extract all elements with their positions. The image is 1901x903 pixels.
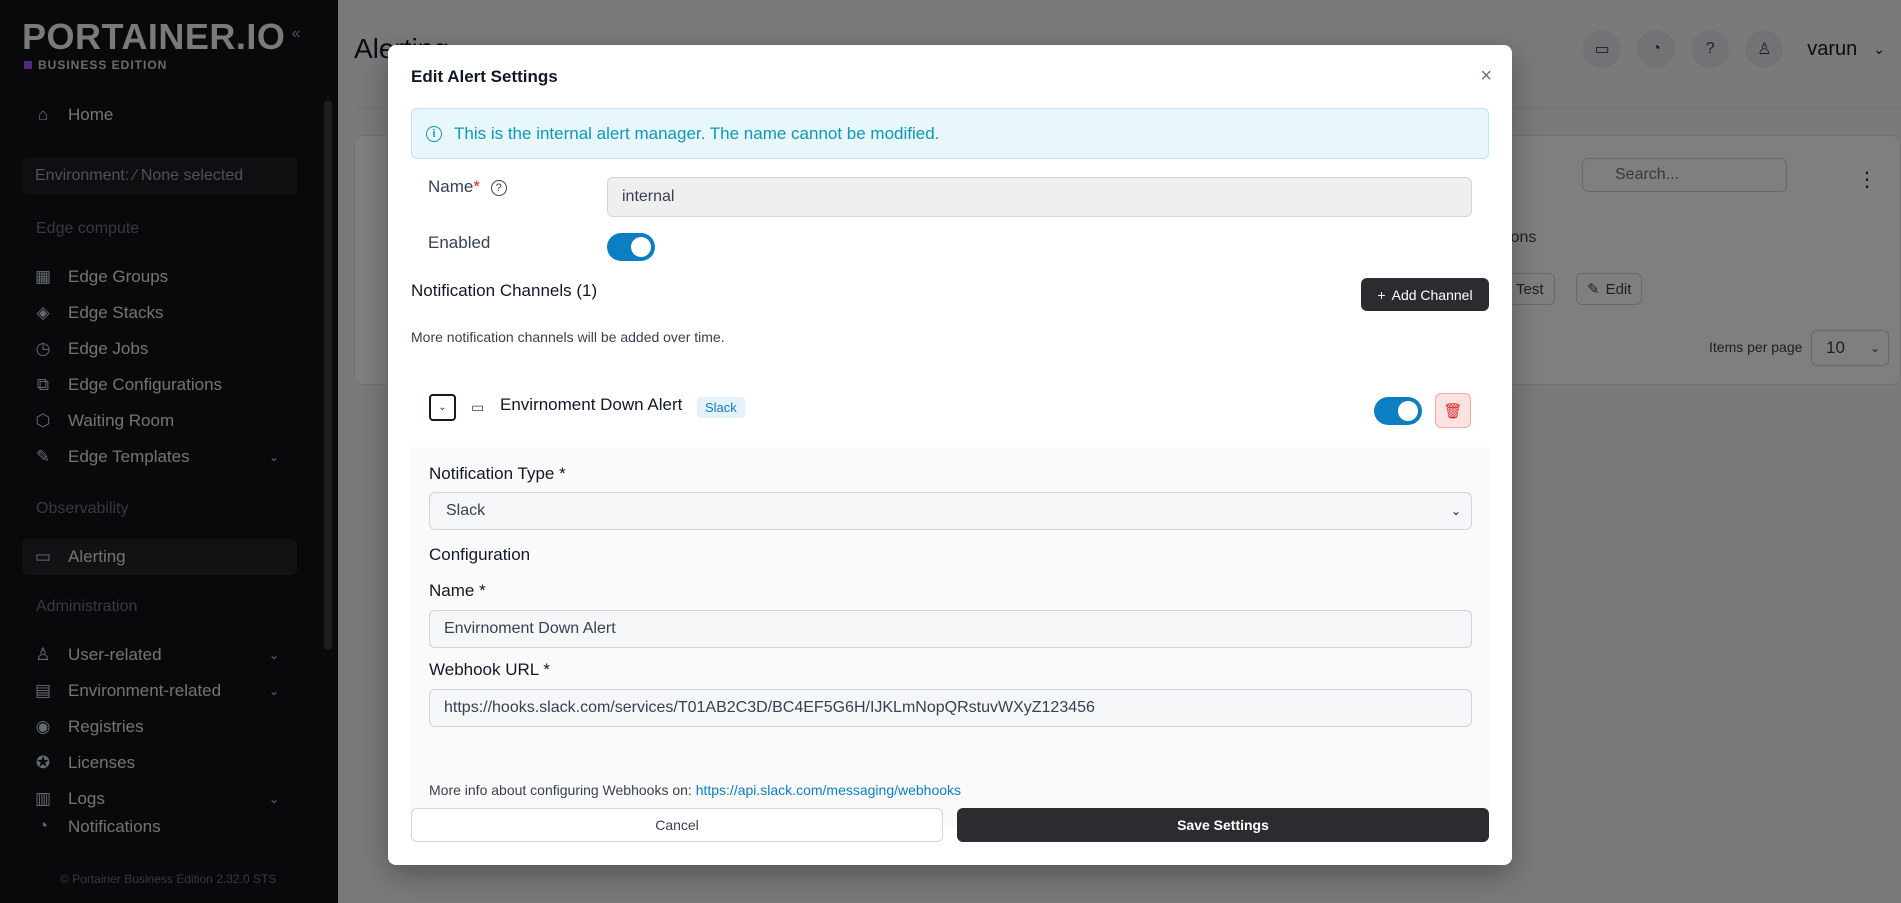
delete-channel-button[interactable]: 🗑 [1435, 393, 1471, 428]
enabled-toggle[interactable] [607, 233, 655, 261]
required-marker: * [473, 177, 480, 196]
webhook-url-label: Webhook URL * [429, 660, 550, 679]
cancel-button[interactable]: Cancel [411, 808, 943, 842]
notification-type-label: Notification Type * [429, 464, 566, 483]
config-name-field[interactable]: Envirnoment Down Alert [429, 610, 1472, 648]
webhook-help-label: More info about configuring Webhooks on: [429, 782, 696, 798]
close-icon[interactable]: × [1480, 65, 1492, 88]
channel-header: ⌄ ▭ Envirnoment Down Alert Slack 🗑 [411, 375, 1489, 447]
save-settings-button[interactable]: Save Settings [957, 808, 1489, 842]
name-label: Name* ? [428, 177, 507, 197]
channel-type-badge: Slack [697, 397, 745, 418]
webhook-url-field[interactable]: https://hooks.slack.com/services/T01AB2C… [429, 689, 1472, 727]
channel-name: Envirnoment Down Alert [500, 395, 683, 414]
edit-alert-settings-modal: Edit Alert Settings × i This is the inte… [388, 45, 1512, 865]
help-icon[interactable]: ? [490, 179, 507, 196]
add-channel-button[interactable]: + Add Channel [1361, 278, 1489, 311]
name-field[interactable]: internal [607, 177, 1472, 217]
config-name-label: Name * [429, 581, 486, 600]
more-channels-text: More notification channels will be added… [411, 329, 725, 345]
notification-type-select[interactable]: Slack ⌄ [429, 492, 1472, 530]
notification-type-value: Slack [446, 502, 486, 519]
add-channel-label: Add Channel [1391, 286, 1473, 303]
notification-channels-title: Notification Channels (1) [411, 281, 598, 300]
plus-icon: + [1377, 286, 1386, 303]
message-icon: ▭ [471, 399, 485, 415]
webhook-help-text: More info about configuring Webhooks on:… [429, 782, 961, 798]
configuration-label: Configuration [429, 545, 531, 564]
channel-panel: ⌄ ▭ Envirnoment Down Alert Slack 🗑 Notif… [411, 375, 1489, 827]
info-icon: i [426, 125, 442, 142]
channel-enabled-toggle[interactable] [1374, 397, 1422, 425]
info-text: This is the internal alert manager. The … [454, 123, 940, 143]
chevron-down-icon: ⌄ [1450, 504, 1461, 518]
name-label-text: Name [428, 177, 474, 196]
trash-icon: 🗑 [1443, 402, 1463, 420]
info-banner: i This is the internal alert manager. Th… [411, 108, 1489, 159]
modal-title: Edit Alert Settings [411, 67, 558, 86]
enabled-label: Enabled [428, 233, 491, 252]
webhook-docs-link[interactable]: https://api.slack.com/messaging/webhooks [696, 782, 961, 798]
collapse-channel-button[interactable]: ⌄ [429, 394, 456, 421]
